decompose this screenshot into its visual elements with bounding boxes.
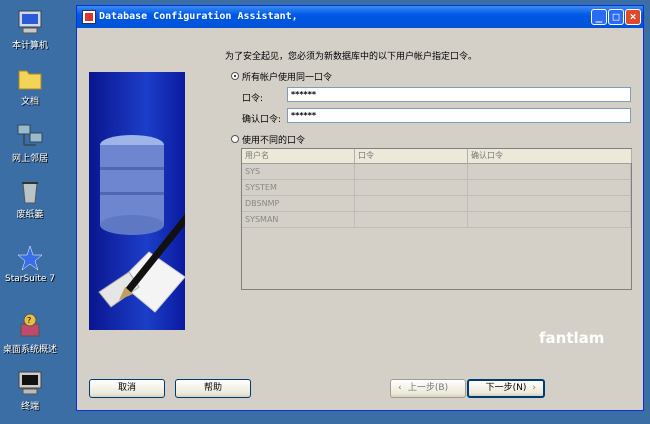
confirm-password-input[interactable]: ****** <box>287 108 631 123</box>
chevron-left-icon: ‹ <box>398 383 402 393</box>
desktop-icon-label: 废纸篓 <box>16 210 44 220</box>
window-content: 为了安全起见，您必须为新数据库中的以下用户帐户指定口令。 所有帐户使用同一口令 … <box>77 28 643 410</box>
password-input[interactable]: ****** <box>287 87 631 102</box>
my-computer-icon <box>15 8 45 36</box>
chevron-right-icon: › <box>532 383 536 393</box>
recycle-bin-icon <box>15 177 45 205</box>
window-title: Database Configuration Assistant, <box>99 11 298 22</box>
cell-password[interactable] <box>355 180 468 196</box>
desktop-icon-starsuite[interactable]: StarSuite 7 <box>0 244 60 284</box>
desktop-icon-label: 桌面系统概述 <box>2 345 57 355</box>
back-button[interactable]: ‹ 上一步(B) <box>390 379 466 398</box>
password-label: 口令: <box>242 94 264 104</box>
app-icon <box>82 10 96 24</box>
terminal-icon <box>15 369 45 397</box>
cell-username: SYS <box>242 164 355 180</box>
desktop-icon-recycle-bin[interactable]: 废纸篓 <box>0 177 60 220</box>
desktop-icon-label: 本计算机 <box>11 41 48 51</box>
title-bar[interactable]: Database Configuration Assistant, _ □ × <box>77 6 643 28</box>
cell-username: SYSMAN <box>242 212 355 228</box>
back-button-label: 上一步(B) <box>407 383 449 393</box>
cell-confirm[interactable] <box>468 196 631 212</box>
network-icon <box>15 121 45 149</box>
different-password-label[interactable]: 使用不同的口令 <box>242 133 305 146</box>
help-icon: ? <box>15 312 45 340</box>
table-row: DBSNMP <box>242 196 631 212</box>
desktop-icon-network[interactable]: 网上邻居 <box>0 121 60 164</box>
user-password-table: 用户名 口令 确认口令 SYS SYSTEM DBSNMP SYSMAN <box>241 148 632 290</box>
maximize-button[interactable]: □ <box>608 9 624 25</box>
cell-confirm[interactable] <box>468 212 631 228</box>
cell-confirm[interactable] <box>468 164 631 180</box>
watermark-text: fantlam <box>539 329 605 347</box>
cell-confirm[interactable] <box>468 180 631 196</box>
desktop-icon-label: 终端 <box>20 402 39 412</box>
dbca-window: Database Configuration Assistant, _ □ × … <box>76 5 644 411</box>
column-header-username[interactable]: 用户名 <box>242 149 355 163</box>
instruction-text: 为了安全起见，您必须为新数据库中的以下用户帐户指定口令。 <box>225 52 478 62</box>
same-password-label[interactable]: 所有帐户使用同一口令 <box>242 70 332 83</box>
svg-text:?: ? <box>27 316 31 325</box>
desktop-icon-label: StarSuite 7 <box>4 274 56 284</box>
cancel-button[interactable]: 取消 <box>89 379 165 398</box>
desktop-icon-desktop-overview[interactable]: ? 桌面系统概述 <box>0 312 60 355</box>
cell-username: DBSNMP <box>242 196 355 212</box>
same-password-radio[interactable] <box>231 72 239 80</box>
table-row: SYS <box>242 164 631 180</box>
desktop-icon-label: 网上邻居 <box>11 154 48 164</box>
column-header-password[interactable]: 口令 <box>355 149 468 163</box>
confirm-password-label: 确认口令: <box>242 115 282 125</box>
starsuite-icon <box>15 244 45 272</box>
cell-password[interactable] <box>355 212 468 228</box>
wizard-banner-image <box>89 72 211 330</box>
next-button-label: 下一步(N) <box>485 383 527 393</box>
table-row: SYSMAN <box>242 212 631 228</box>
minimize-button[interactable]: _ <box>591 9 607 25</box>
cell-password[interactable] <box>355 164 468 180</box>
desktop-icon-terminal[interactable]: 终端 <box>0 369 60 412</box>
table-header: 用户名 口令 确认口令 <box>242 149 632 164</box>
cell-password[interactable] <box>355 196 468 212</box>
help-button[interactable]: 帮助 <box>175 379 251 398</box>
next-button[interactable]: 下一步(N) › <box>467 379 545 398</box>
cell-username: SYSTEM <box>242 180 355 196</box>
column-header-confirm[interactable]: 确认口令 <box>468 149 632 163</box>
table-row: SYSTEM <box>242 180 631 196</box>
desktop-icon-documents[interactable]: 文档 <box>0 64 60 107</box>
folder-icon <box>15 64 45 92</box>
desktop-icon-my-computer[interactable]: 本计算机 <box>0 8 60 51</box>
desktop-icon-label: 文档 <box>20 97 39 107</box>
different-password-radio[interactable] <box>231 135 239 143</box>
close-button[interactable]: × <box>625 9 641 25</box>
